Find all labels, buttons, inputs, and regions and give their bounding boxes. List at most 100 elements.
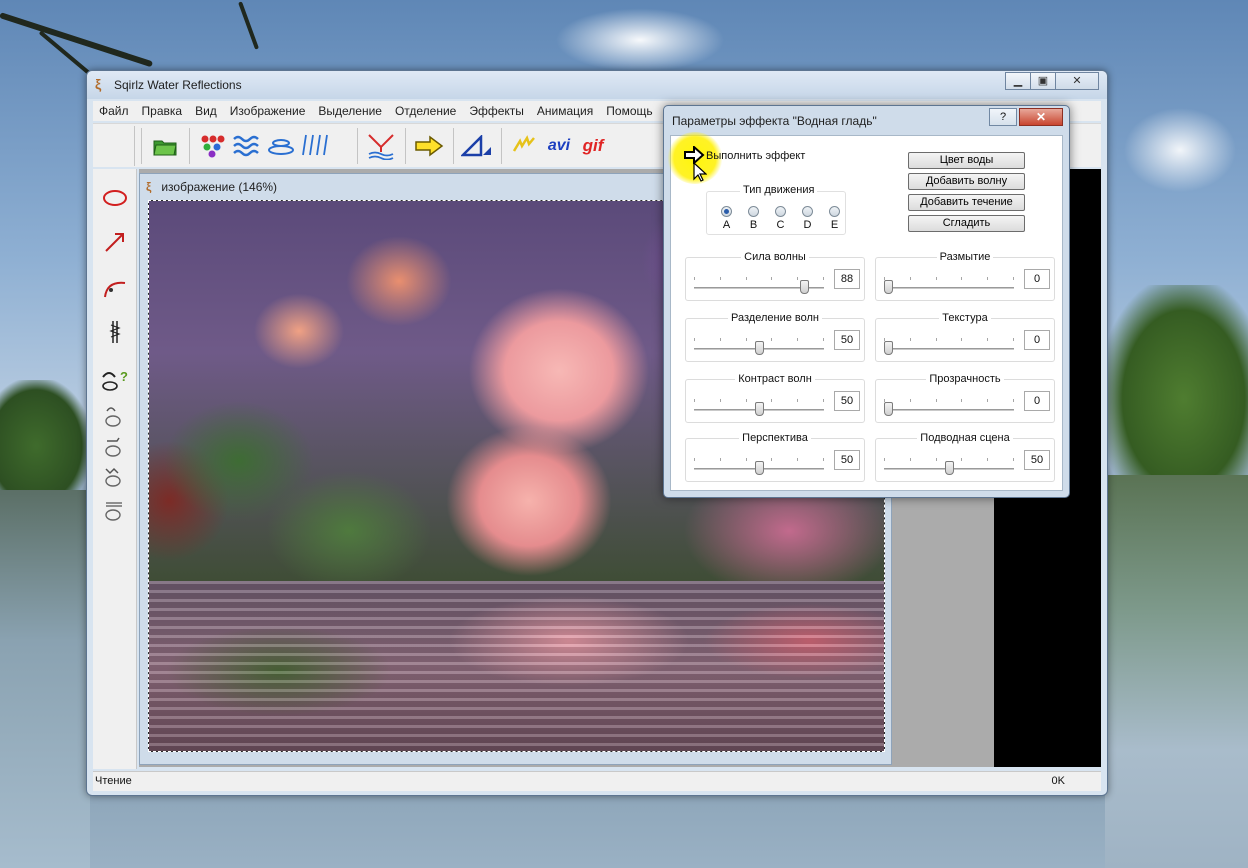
close-button[interactable]: ✕ [1055, 72, 1099, 90]
document-title-bar[interactable]: ξ изображение (146%) [146, 178, 277, 196]
param-value-field[interactable]: 88 [834, 269, 860, 289]
zigzag-icon[interactable] [99, 317, 131, 347]
arrow-icon[interactable] [99, 227, 131, 257]
menu-edit[interactable]: Правка [142, 104, 183, 118]
motion-type-group: Тип движения A B C D E [706, 184, 848, 235]
wave-help-icon[interactable]: ? [99, 365, 131, 395]
radio-button[interactable] [802, 206, 813, 217]
minimize-button[interactable]: ▁ [1005, 72, 1031, 90]
param-wave-strength: Сила волны 88 [685, 251, 865, 301]
slider-tick [987, 338, 989, 341]
menu-file[interactable]: Файл [99, 104, 129, 118]
radio-button[interactable] [775, 206, 786, 217]
window-title: Sqirlz Water Reflections [114, 78, 242, 92]
motion-option-b[interactable]: B [740, 206, 767, 231]
menu-view[interactable]: Вид [195, 104, 217, 118]
tools-toolbar: ? [93, 169, 137, 769]
ellipse-icon[interactable] [99, 183, 131, 213]
slider-tick [771, 338, 773, 341]
title-bar[interactable]: ξ Sqirlz Water Reflections ▁ ▣ ✕ [87, 71, 1107, 99]
menu-effects[interactable]: Эффекты [469, 104, 524, 118]
slider-thumb[interactable] [754, 341, 764, 355]
slider-tick [909, 277, 911, 280]
radio-label: C [776, 219, 785, 231]
drop1-icon[interactable] [99, 401, 131, 431]
status-indicator: 0K [1051, 775, 1065, 787]
run-effect-button[interactable]: Выполнить эффект [706, 150, 805, 162]
drop2-icon[interactable] [99, 431, 131, 461]
dialog-close-button[interactable]: ✕ [1019, 108, 1063, 126]
desktop-tree-left [0, 380, 90, 490]
add-wave-button[interactable]: Добавить волну [908, 173, 1025, 190]
dialog-help-button[interactable]: ? [989, 108, 1017, 126]
param-value-field[interactable]: 0 [1024, 269, 1050, 289]
reflect-icon[interactable] [364, 130, 398, 162]
ripple-icon[interactable] [264, 130, 298, 162]
open-folder-icon[interactable] [148, 130, 182, 162]
water-color-button[interactable]: Цвет воды [908, 152, 1025, 169]
add-current-button[interactable]: Добавить течение [908, 194, 1025, 211]
motion-option-e[interactable]: E [821, 206, 848, 231]
slider-thumb[interactable] [884, 402, 893, 416]
motion-option-c[interactable]: C [767, 206, 794, 231]
param-value-field[interactable]: 0 [1024, 391, 1050, 411]
menu-image[interactable]: Изображение [230, 104, 306, 118]
drop3-icon[interactable] [99, 461, 131, 491]
avi-icon[interactable]: avi [542, 130, 576, 162]
slider-tick [797, 338, 799, 341]
slider-thumb[interactable] [754, 402, 764, 416]
desktop-water-left [0, 490, 90, 868]
menu-separation[interactable]: Отделение [395, 104, 456, 118]
motion-option-a[interactable]: A [713, 206, 740, 231]
slider-tick [694, 338, 695, 341]
menu-animation[interactable]: Анимация [537, 104, 593, 118]
param-value-field[interactable]: 50 [834, 330, 860, 350]
curve-icon[interactable] [99, 273, 131, 303]
maximize-button[interactable]: ▣ [1030, 72, 1056, 90]
param-perspective: Перспектива 50 [685, 432, 865, 482]
slider-track[interactable] [884, 409, 1014, 411]
menu-help[interactable]: Помощь [606, 104, 652, 118]
motion-option-d[interactable]: D [794, 206, 821, 231]
radio-button[interactable] [829, 206, 840, 217]
document-title: изображение (146%) [161, 180, 278, 194]
dots-icon[interactable] [196, 130, 230, 162]
param-wave-contrast: Контраст волн 50 [685, 373, 865, 423]
radio-label: A [722, 219, 731, 231]
param-value-field[interactable]: 0 [1024, 330, 1050, 350]
waves-icon[interactable] [230, 130, 264, 162]
slider-tick [745, 277, 747, 280]
drop4-icon[interactable] [99, 495, 131, 525]
param-label: Перспектива [686, 432, 864, 444]
param-value-field[interactable]: 50 [834, 450, 860, 470]
radio-button[interactable] [748, 206, 759, 217]
rain-icon[interactable] [298, 130, 332, 162]
slider-tick [719, 277, 721, 280]
gif-icon[interactable]: gif [576, 130, 610, 162]
param-value-field[interactable]: 50 [834, 391, 860, 411]
slider-thumb[interactable] [944, 461, 954, 475]
slider-thumb[interactable] [884, 341, 893, 355]
slider-thumb[interactable] [754, 461, 764, 475]
slider-thumb[interactable] [884, 280, 893, 294]
param-value-field[interactable]: 50 [1024, 450, 1050, 470]
slider-tick [771, 399, 773, 402]
effect-dialog: Параметры эффекта "Водная гладь" ? ✕ Вып… [663, 105, 1070, 498]
slider-tick [694, 399, 695, 402]
lightning-icon[interactable] [508, 130, 542, 162]
param-label-text: Контраст волн [735, 373, 815, 385]
slider-tick [909, 399, 911, 402]
slider-tick [935, 277, 937, 280]
smooth-button[interactable]: Сгладить [908, 215, 1025, 232]
arrow-right-icon[interactable] [412, 130, 446, 162]
slider-track[interactable] [884, 287, 1014, 289]
radio-label: B [749, 219, 758, 231]
menu-selection[interactable]: Выделение [318, 104, 382, 118]
radio-button[interactable] [721, 206, 732, 217]
slider-tick [961, 399, 963, 402]
slider-tick [771, 277, 773, 280]
desktop-water-right [1105, 475, 1248, 868]
perspective-icon[interactable] [460, 130, 494, 162]
slider-track[interactable] [884, 348, 1014, 350]
slider-thumb[interactable] [800, 280, 810, 294]
